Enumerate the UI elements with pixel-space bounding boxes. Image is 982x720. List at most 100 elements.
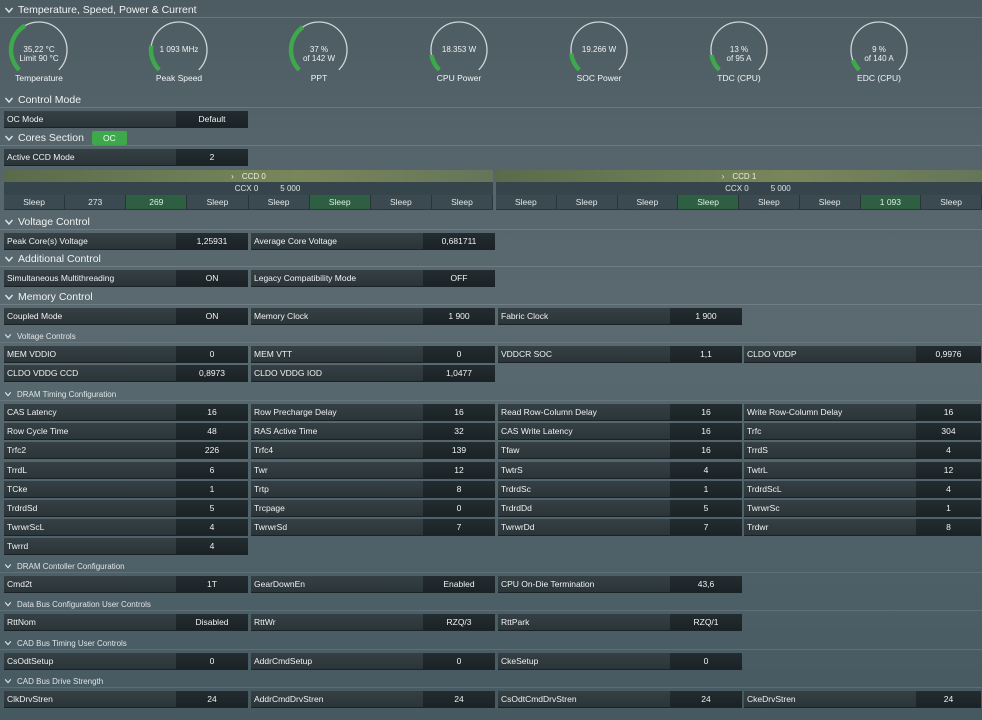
setting-row[interactable]: Legacy Compatibility Mode OFF	[251, 270, 495, 287]
subsection-header-vc[interactable]: Voltage Controls	[0, 330, 982, 343]
setting-row[interactable]: Trfc 304	[744, 423, 981, 441]
setting-value[interactable]: 139	[423, 442, 495, 459]
setting-row[interactable]: Cmd2t 1T	[4, 576, 248, 593]
setting-value[interactable]: 1 900	[670, 308, 742, 324]
setting-value[interactable]: 1 900	[423, 308, 495, 324]
setting-value[interactable]: 48	[176, 423, 248, 440]
setting-row[interactable]: TrdrdScL 4	[744, 480, 981, 498]
setting-value[interactable]: 0	[176, 653, 248, 669]
setting-row[interactable]: Trfc4 139	[251, 442, 495, 460]
setting-row[interactable]: Row Cycle Time 48	[4, 423, 248, 441]
setting-value[interactable]: 8	[916, 519, 981, 536]
setting-value[interactable]: 32	[423, 423, 495, 440]
setting-row[interactable]: VDDCR SOC 1,1	[498, 346, 742, 363]
section-header-voltage[interactable]: Voltage Control	[0, 214, 982, 230]
setting-row[interactable]: GearDownEn Enabled	[251, 576, 495, 593]
setting-row[interactable]: Tfaw 16	[498, 442, 742, 460]
setting-value[interactable]: 4	[916, 480, 981, 497]
setting-value[interactable]: 1	[176, 480, 248, 497]
setting-value[interactable]: Enabled	[423, 576, 495, 592]
setting-value[interactable]: 1,0477	[423, 365, 495, 381]
setting-row[interactable]: CAS Write Latency 16	[498, 423, 742, 441]
setting-row[interactable]: TrdrdDd 5	[498, 500, 742, 517]
setting-row[interactable]: Average Core Voltage 0,681711	[251, 233, 495, 250]
setting-row[interactable]: Memory Clock 1 900	[251, 308, 495, 325]
subsection-header-dbus[interactable]: Data Bus Configuration User Controls	[0, 598, 982, 611]
setting-value[interactable]: 12	[916, 461, 981, 478]
setting-row[interactable]: CkeDrvStren 24	[744, 691, 981, 708]
setting-row[interactable]: Trfc2 226	[4, 442, 248, 460]
setting-row[interactable]: MEM VDDIO 0	[4, 346, 248, 363]
setting-value[interactable]: 4	[670, 461, 742, 478]
setting-value[interactable]: 16	[916, 404, 981, 420]
setting-row[interactable]: TwtrL 12	[744, 461, 981, 479]
setting-row[interactable]: RAS Active Time 32	[251, 423, 495, 441]
setting-value[interactable]: 24	[916, 691, 981, 707]
setting-row[interactable]: Fabric Clock 1 900	[498, 308, 742, 325]
setting-value[interactable]: 16	[670, 442, 742, 459]
setting-value[interactable]: 1	[670, 480, 742, 497]
setting-row[interactable]: AddrCmdDrvStren 24	[251, 691, 495, 708]
setting-value[interactable]: 0,681711	[423, 233, 495, 249]
section-header-cores[interactable]: Cores Section OC	[0, 130, 982, 146]
setting-row[interactable]: Read Row-Column Delay 16	[498, 404, 742, 421]
setting-row[interactable]: Active CCD Mode 2	[4, 149, 248, 166]
setting-row[interactable]: Write Row-Column Delay 16	[744, 404, 981, 421]
setting-value[interactable]: 1,25931	[176, 233, 248, 249]
setting-row[interactable]: Trtp 8	[251, 480, 495, 498]
section-header-temp[interactable]: Temperature, Speed, Power & Current	[0, 2, 982, 18]
setting-row[interactable]: TrrdS 4	[744, 442, 981, 460]
setting-row[interactable]: OC Mode Default	[4, 111, 248, 128]
setting-value[interactable]: ON	[176, 308, 248, 324]
subsection-header-dram[interactable]: DRAM Timing Configuration	[0, 388, 982, 401]
setting-value[interactable]: 24	[176, 691, 248, 707]
setting-value[interactable]: 2	[176, 149, 248, 165]
section-header-additional[interactable]: Additional Control	[0, 251, 982, 267]
setting-row[interactable]: Trcpage 0	[251, 500, 495, 517]
setting-value[interactable]: 24	[670, 691, 742, 707]
setting-row[interactable]: TrdrdSd 5	[4, 500, 248, 517]
setting-row[interactable]: TwrwrSd 7	[251, 519, 495, 537]
setting-row[interactable]: ClkDrvStren 24	[4, 691, 248, 708]
setting-value[interactable]: RZQ/3	[423, 614, 495, 630]
setting-value[interactable]: 0	[423, 500, 495, 516]
setting-value[interactable]: 5	[670, 500, 742, 516]
setting-value[interactable]: 226	[176, 442, 248, 459]
setting-row[interactable]: TwrwrSc 1	[744, 500, 981, 517]
setting-row[interactable]: RttWr RZQ/3	[251, 614, 495, 631]
setting-value[interactable]: 1	[916, 500, 981, 516]
setting-value[interactable]: RZQ/1	[670, 614, 742, 630]
setting-value[interactable]: 0	[670, 653, 742, 669]
section-header-control[interactable]: Control Mode	[0, 92, 982, 108]
setting-value[interactable]: 304	[916, 423, 981, 440]
setting-row[interactable]: RttNom Disabled	[4, 614, 248, 631]
setting-value[interactable]: Default	[176, 111, 248, 127]
setting-value[interactable]: 16	[670, 404, 742, 420]
setting-row[interactable]: CsOdtSetup 0	[4, 653, 248, 670]
setting-value[interactable]: 43,6	[670, 576, 742, 592]
setting-value[interactable]: 4	[176, 538, 248, 555]
setting-value[interactable]: ON	[176, 270, 248, 286]
setting-value[interactable]: 5	[176, 500, 248, 516]
setting-value[interactable]: 0	[423, 653, 495, 669]
setting-row[interactable]: CLDO VDDG IOD 1,0477	[251, 365, 495, 382]
setting-value[interactable]: 24	[423, 691, 495, 707]
setting-value[interactable]: 4	[176, 519, 248, 536]
setting-row[interactable]: TCke 1	[4, 480, 248, 498]
ccd-header[interactable]: › CCD 0	[4, 170, 493, 182]
setting-value[interactable]: 7	[670, 519, 742, 536]
ccd-header[interactable]: › CCD 1	[496, 170, 982, 182]
setting-row[interactable]: CsOdtCmdDrvStren 24	[498, 691, 742, 708]
setting-row[interactable]: Row Precharge Delay 16	[251, 404, 495, 421]
setting-row[interactable]: CLDO VDDG CCD 0,8973	[4, 365, 248, 382]
setting-value[interactable]: 0,8973	[176, 365, 248, 381]
setting-row[interactable]: TrrdL 6	[4, 461, 248, 479]
setting-row[interactable]: Twrrd 4	[4, 538, 248, 556]
setting-row[interactable]: AddrCmdSetup 0	[251, 653, 495, 670]
setting-row[interactable]: Twr 12	[251, 461, 495, 479]
setting-value[interactable]: 16	[423, 404, 495, 420]
subsection-header-cadd[interactable]: CAD Bus Drive Strength	[0, 675, 982, 688]
setting-value[interactable]: 8	[423, 480, 495, 497]
setting-row[interactable]: CPU On-Die Termination 43,6	[498, 576, 742, 593]
setting-value[interactable]: 12	[423, 461, 495, 478]
